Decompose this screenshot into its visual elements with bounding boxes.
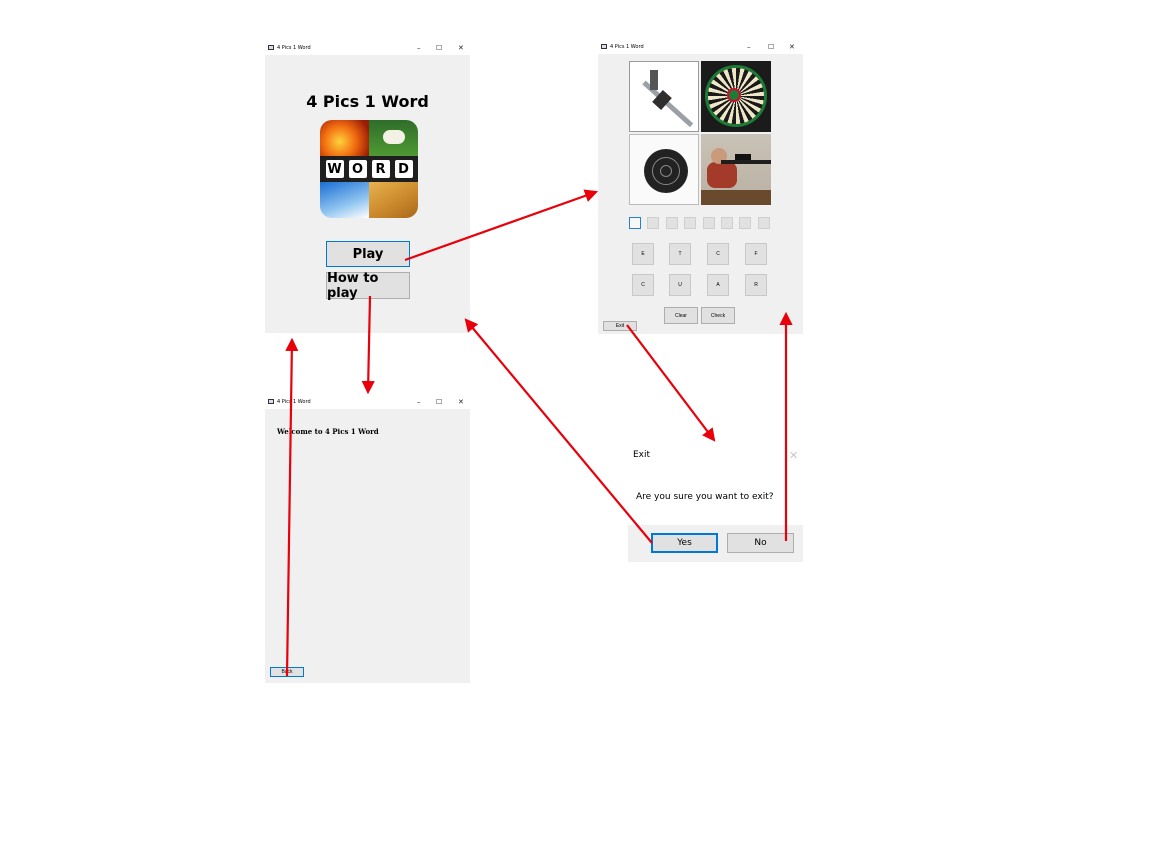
yes-to-menu-arrow — [464, 318, 653, 544]
exit-to-dialog-arrow — [626, 324, 716, 442]
flow-arrows — [285, 189, 793, 677]
play-to-game-arrow — [404, 189, 599, 262]
back-to-menu-arrow — [285, 337, 299, 677]
howto-to-help-arrow — [361, 295, 375, 395]
